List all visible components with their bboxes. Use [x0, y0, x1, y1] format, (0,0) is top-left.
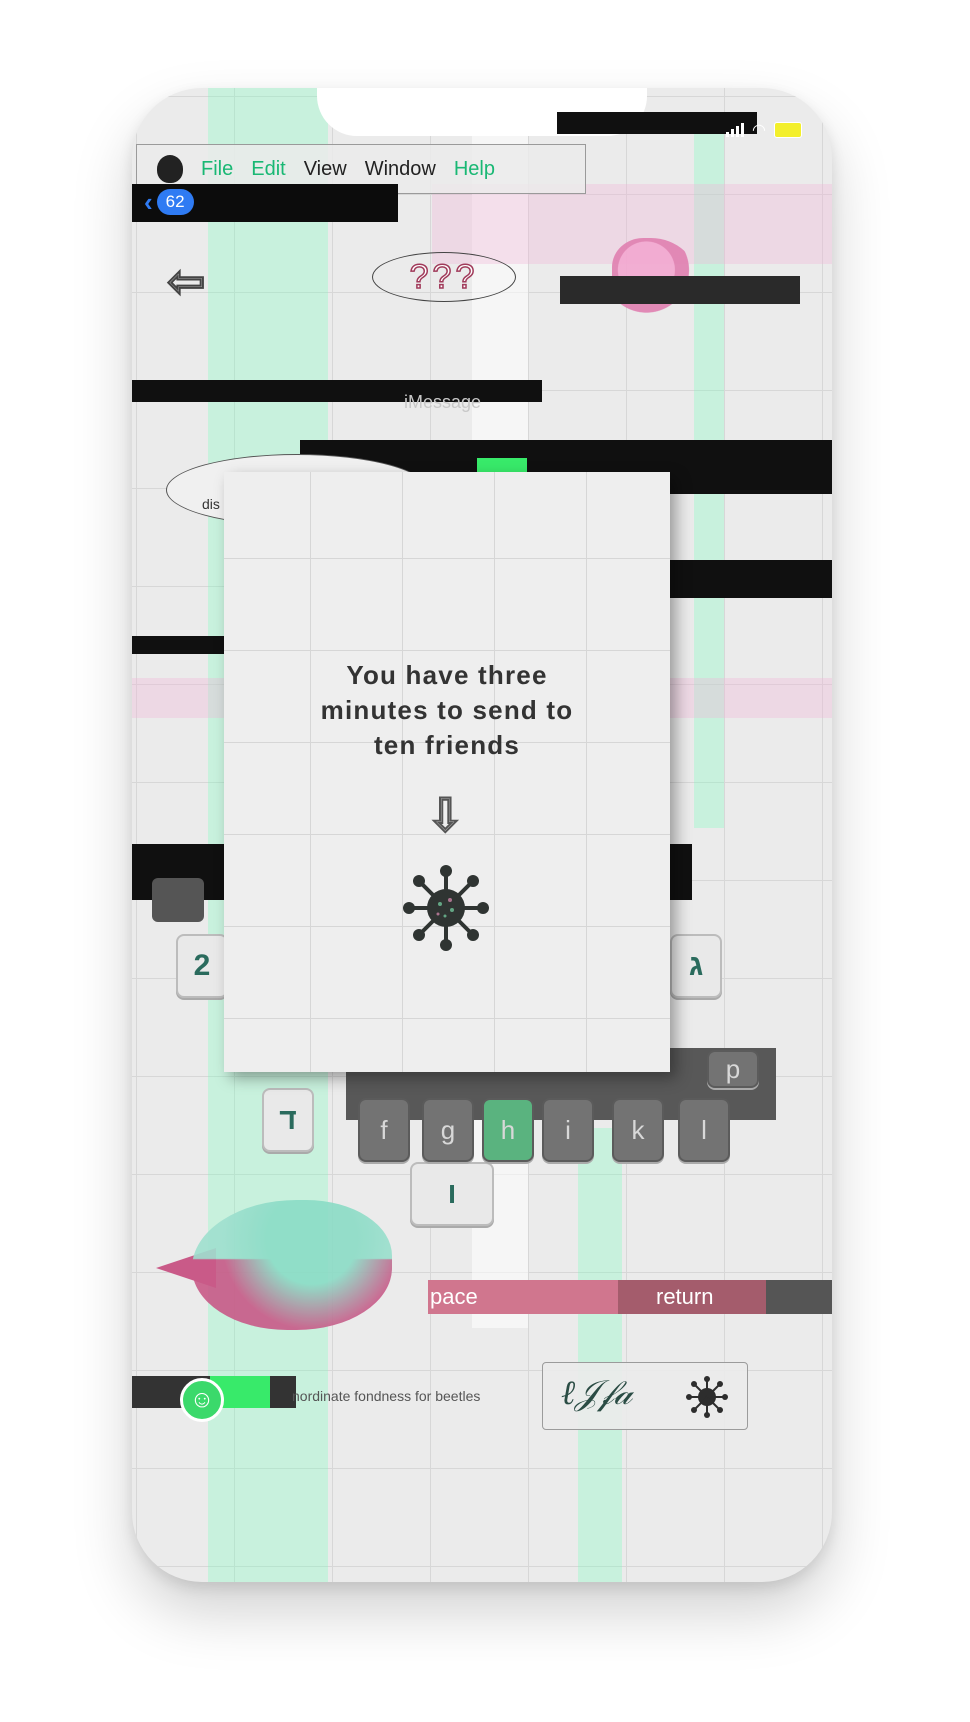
space-key-label: pace [430, 1284, 478, 1309]
typing-bubble [192, 1200, 392, 1330]
emoji-icon[interactable]: ☺ [180, 1378, 224, 1422]
menu-edit[interactable]: Edit [251, 158, 285, 181]
menu-file[interactable]: File [201, 158, 233, 181]
apple-logo[interactable] [157, 155, 183, 183]
signal-icon [726, 123, 745, 137]
back-arrow-icon[interactable]: ⇦ [166, 257, 207, 305]
key-glyph-2[interactable]: 2 [176, 934, 228, 998]
key-l[interactable]: l [678, 1098, 730, 1162]
menu-view[interactable]: View [304, 158, 347, 181]
imessage-label: iMessage [404, 392, 482, 412]
alert-card: You have three minutes to send to ten fr… [224, 472, 670, 1072]
alert-message: You have three minutes to send to ten fr… [224, 658, 670, 763]
key-f[interactable]: f [358, 1098, 410, 1162]
message-input-text[interactable]: nordinate fondness for beetles [292, 1388, 480, 1404]
back-chevron-icon: ‹ [144, 187, 153, 217]
back-button[interactable]: ‹ 62 [144, 189, 194, 215]
wifi-icon: ◠ [752, 122, 766, 139]
key-glyph-3[interactable]: ד [262, 1088, 314, 1152]
key-h[interactable]: h [482, 1098, 534, 1162]
menu-window[interactable]: Window [365, 158, 436, 181]
virus-sticker-icon[interactable] [685, 1375, 729, 1419]
key-glyph-right[interactable]: ג [670, 934, 722, 998]
conversation-title: ??? [372, 252, 516, 302]
message-bubble-text: dis [202, 496, 220, 512]
glitch-bar [668, 560, 832, 598]
virus-icon[interactable] [400, 862, 492, 954]
signature-sticker[interactable]: ℓ𝒥𝒻𝒶 [561, 1373, 632, 1413]
status-bar: ◠ [726, 120, 802, 140]
nav-strip: ‹ 62 [132, 184, 398, 222]
glitch-bar [560, 276, 800, 304]
key-k[interactable]: k [612, 1098, 664, 1162]
key-glyph-wave[interactable]: ו [410, 1162, 494, 1226]
down-arrow-icon: ⇩ [425, 789, 466, 841]
camera-icon[interactable] [152, 878, 204, 922]
sticker-tray[interactable]: ℓ𝒥𝒻𝒶 [542, 1362, 748, 1430]
glitch-bar [766, 1280, 832, 1314]
battery-icon [774, 122, 802, 138]
phone-frame: ◠ File Edit View Window Help ‹ 62 ⇦ ??? … [132, 88, 832, 1582]
return-key-label: return [656, 1284, 714, 1309]
key-i[interactable]: i [542, 1098, 594, 1162]
alert-message-text: You have three minutes to send to ten fr… [320, 660, 574, 760]
menu-help[interactable]: Help [454, 158, 495, 181]
glitch-stripe [578, 1128, 622, 1582]
return-key[interactable]: return [618, 1280, 768, 1314]
glitch-bar [132, 636, 224, 654]
unread-count-badge: 62 [156, 189, 194, 215]
key-g[interactable]: g [422, 1098, 474, 1162]
key-p[interactable]: p [707, 1050, 759, 1088]
